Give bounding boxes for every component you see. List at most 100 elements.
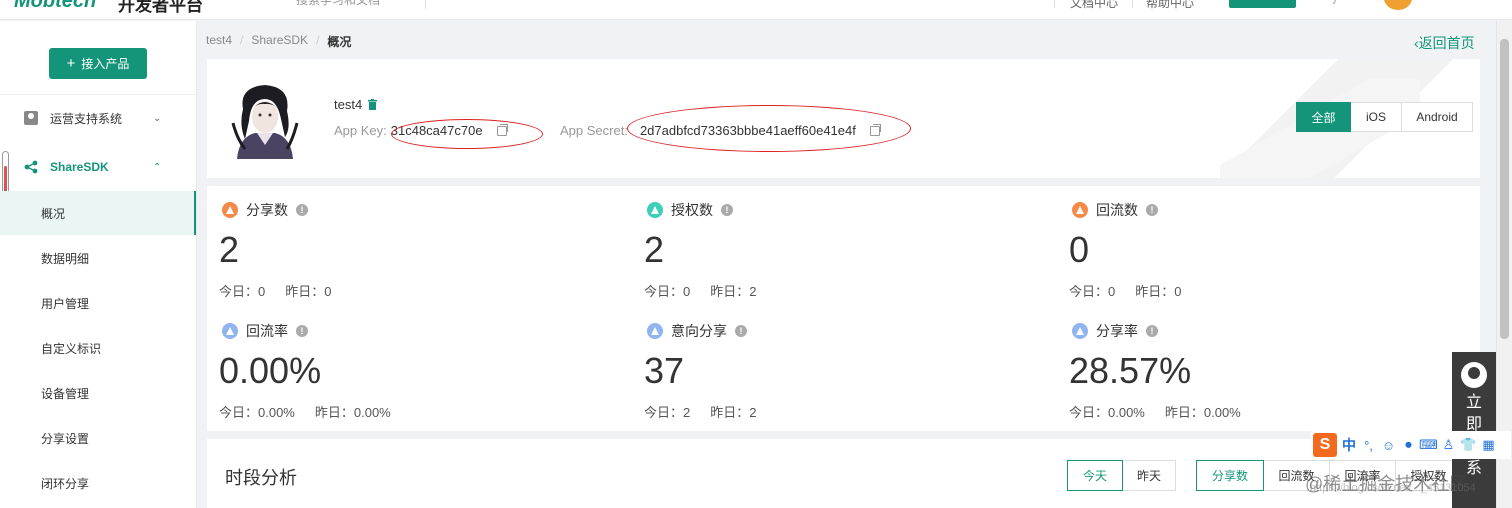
breadcrumb-separator: / <box>316 33 320 47</box>
app-secret-label: App Secret: <box>560 123 628 138</box>
chat-icon <box>1461 362 1487 388</box>
grid-menu-icon[interactable]: ▦ <box>1481 437 1496 453</box>
info-icon[interactable]: ! <box>721 204 733 216</box>
sidebar-item-device-management[interactable]: 设备管理 <box>0 371 196 415</box>
ime-lang-toggle[interactable]: 中 <box>1342 435 1356 455</box>
sidebar-group-label: ShareSDK <box>50 160 109 174</box>
breadcrumb-item[interactable]: ShareSDK <box>251 33 308 50</box>
metric-share-button[interactable]: 分享数 <box>1196 460 1264 491</box>
tab-ios[interactable]: iOS <box>1351 102 1402 132</box>
info-icon[interactable]: ! <box>1146 204 1158 216</box>
stat-label: 分享率 <box>1096 323 1138 339</box>
stat-label: 授权数 <box>671 202 713 218</box>
add-product-label: 接入产品 <box>81 57 130 71</box>
stat-return-count: 回流数 ! 0 今日：0 昨日：0 <box>1057 186 1477 299</box>
tab-android[interactable]: Android <box>1402 102 1473 132</box>
stat-value: 28.57% <box>1069 350 1192 391</box>
stat-today: 今日：0 <box>219 284 266 299</box>
today-button[interactable]: 今天 <box>1067 460 1123 491</box>
chevron-up-icon: ⌃ <box>153 161 162 173</box>
stat-auth-count: 授权数 ! 2 今日：0 昨日：2 <box>632 186 1052 299</box>
info-icon[interactable]: ! <box>296 325 308 337</box>
share-icon <box>24 160 38 174</box>
info-icon[interactable]: ! <box>296 204 308 216</box>
stat-value: 0.00% <box>219 350 322 391</box>
breadcrumb-item[interactable]: test4 <box>206 33 232 50</box>
metric-return-rate-button[interactable]: 回流率 <box>1330 460 1396 491</box>
brand-logo[interactable]: Mobtech <box>14 0 96 13</box>
stats-card: 分享数 ! 2 今日：0 昨日：0 授权数 ! 2 今日：0 昨日：2 回流数 … <box>207 186 1480 431</box>
stat-header: 意向分享 ! <box>647 321 747 341</box>
copy-icon[interactable] <box>496 123 508 136</box>
sidebar-item-user-management[interactable]: 用户管理 <box>0 281 196 325</box>
chevron-down-icon: ⌄ <box>153 112 162 124</box>
sidebar-item-data-detail[interactable]: 数据明细 <box>0 236 196 280</box>
top-navbar: Mobtech 开发者平台 搜索学习和文档 文档中心 帮助中心 ♪ <box>0 0 1512 20</box>
stat-today: 今日：0 <box>1069 284 1116 299</box>
shield-icon <box>647 202 663 218</box>
return-icon <box>1072 202 1088 218</box>
yesterday-button[interactable]: 昨天 <box>1123 460 1176 491</box>
tab-all[interactable]: 全部 <box>1296 102 1351 132</box>
user-card-icon <box>24 111 38 125</box>
info-icon[interactable]: ! <box>1146 325 1158 337</box>
share-rate-icon <box>1072 323 1088 339</box>
keyboard-icon[interactable]: ⌨ <box>1419 437 1438 453</box>
skin-shirt-icon[interactable]: 👕 <box>1460 437 1476 453</box>
copy-icon[interactable] <box>869 123 881 136</box>
intent-share-icon <box>647 323 663 339</box>
sidebar: + 接入产品 运营支持系统 ⌄ ShareSDK ⌃ 概况 数据明细 用户管理 … <box>0 21 197 508</box>
microphone-icon[interactable]: ⏺ <box>1401 437 1416 453</box>
stat-value: 0 <box>1069 229 1090 270</box>
stat-value: 37 <box>644 350 685 391</box>
back-home-link[interactable]: ‹返回首页 <box>1414 33 1475 53</box>
trash-icon[interactable] <box>368 99 378 110</box>
stat-header: 回流率 ! <box>222 321 308 341</box>
contact-us-button[interactable]: 立即联系 <box>1452 352 1496 508</box>
sidebar-item-closed-loop-share[interactable]: 闭环分享 <box>0 461 196 505</box>
bell-icon[interactable]: ♪ <box>1332 0 1337 7</box>
stat-sub: 今日：0 昨日：2 <box>644 281 756 300</box>
stat-yesterday: 昨日：2 <box>710 405 757 420</box>
add-product-button[interactable]: + 接入产品 <box>49 48 147 79</box>
time-analysis-card: 时段分析 今天 昨天 分享数 回流数 回流率 授权数 <box>207 439 1480 508</box>
app-key-value: 31c48ca47c70e <box>390 123 483 138</box>
sidebar-item-custom-tags[interactable]: 自定义标识 <box>0 326 196 370</box>
divider <box>0 94 196 95</box>
user-avatar[interactable] <box>1384 0 1412 10</box>
user-icon[interactable]: ♙ <box>1441 437 1456 453</box>
metric-return-button[interactable]: 回流数 <box>1264 460 1330 491</box>
search-input[interactable]: 搜索学习和文档 <box>296 0 426 9</box>
product-name: test4 <box>334 97 363 112</box>
stat-label: 意向分享 <box>671 323 727 339</box>
sidebar-group-ops[interactable]: 运营支持系统 ⌄ <box>0 96 196 140</box>
stat-header: 分享率 ! <box>1072 321 1158 341</box>
section-title: 时段分析 <box>225 468 297 488</box>
nav-docs-link[interactable]: 文档中心 <box>1070 0 1118 11</box>
stat-sub: 今日：2 昨日：2 <box>644 402 756 421</box>
nav-help-link[interactable]: 帮助中心 <box>1146 0 1194 11</box>
stat-label: 回流数 <box>1096 202 1138 218</box>
breadcrumb-separator: / <box>240 33 244 47</box>
stat-header: 分享数 ! <box>222 200 308 220</box>
return-rate-icon <box>222 323 238 339</box>
console-button[interactable] <box>1229 0 1296 8</box>
punctuation-toggle[interactable]: °, <box>1361 438 1376 453</box>
sidebar-group-sharesdk[interactable]: ShareSDK ⌃ <box>0 145 196 189</box>
divider <box>1054 0 1055 8</box>
product-name-row: test4 <box>334 97 378 112</box>
stat-header: 授权数 ! <box>647 200 733 220</box>
emoji-icon[interactable]: ☺ <box>1381 438 1396 453</box>
stat-yesterday: 昨日：0.00% <box>314 405 391 420</box>
sogou-logo-icon[interactable]: S <box>1313 433 1337 457</box>
sidebar-item-share-settings[interactable]: 分享设置 <box>0 416 196 460</box>
scrollbar-thumb[interactable] <box>1500 39 1509 339</box>
info-icon[interactable]: ! <box>735 325 747 337</box>
stat-header: 回流数 ! <box>1072 200 1158 220</box>
sidebar-item-overview[interactable]: 概况 <box>0 191 196 235</box>
day-toggle: 今天 昨天 <box>1067 460 1176 491</box>
stat-today: 今日：2 <box>644 405 691 420</box>
sidebar-group-label: 运营支持系统 <box>50 111 123 126</box>
app-secret-value: 2d7adbfcd73363bbbe41aeff60e41e4f <box>639 123 856 138</box>
stat-sub: 今日：0 昨日：0 <box>219 281 331 300</box>
